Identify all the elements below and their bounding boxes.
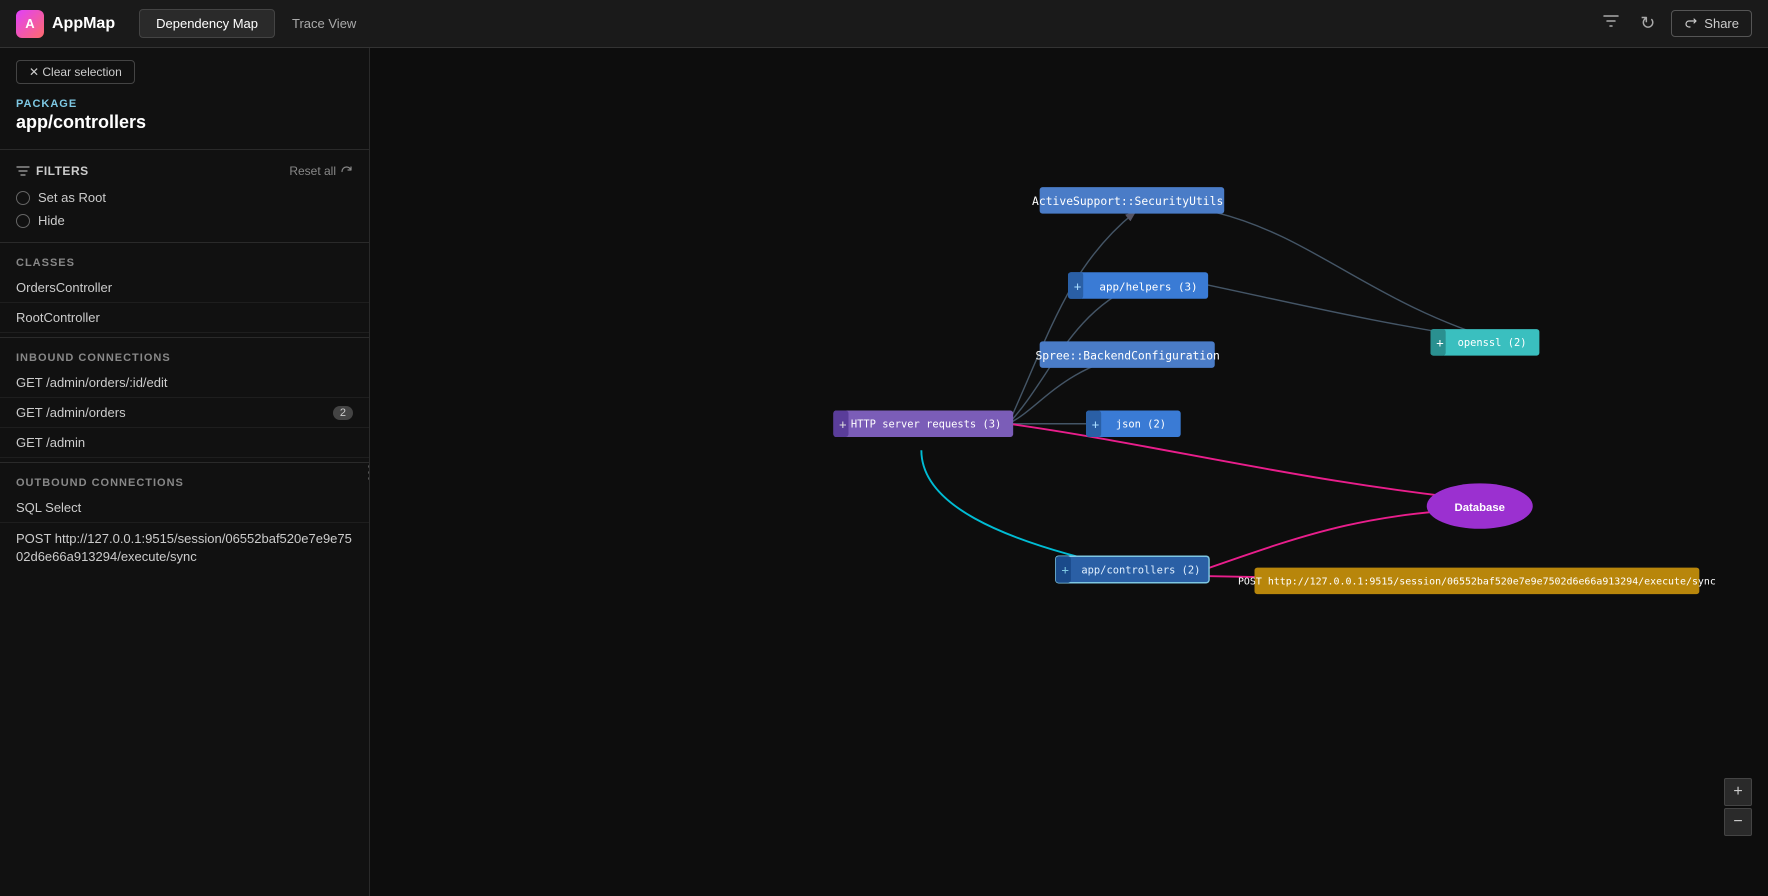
package-label: PACKAGE: [16, 98, 353, 110]
appmap-logo-icon: A: [16, 10, 44, 38]
outbound-item-0[interactable]: SQL Select: [0, 493, 369, 523]
inbound-item-2[interactable]: GET /admin: [0, 428, 369, 458]
set-as-root-option[interactable]: Set as Root: [16, 186, 353, 209]
dependency-graph: ActiveSupport::SecurityUtils + app/helpe…: [370, 48, 1768, 896]
app-name: AppMap: [52, 15, 115, 33]
clear-selection-button[interactable]: ✕ Clear selection: [16, 60, 135, 84]
tab-trace-view[interactable]: Trace View: [275, 9, 373, 38]
classes-section-title: CLASSES: [0, 247, 369, 273]
inbound-section-title: INBOUND CONNECTIONS: [0, 342, 369, 368]
plus-icon-http: +: [839, 417, 846, 431]
node-app-helpers-label: app/helpers (3): [1099, 280, 1197, 293]
zoom-out-button[interactable]: −: [1724, 808, 1752, 836]
refresh-button[interactable]: ↻: [1636, 9, 1659, 38]
radio-icon: [16, 191, 30, 205]
inbound-badge-1: 2: [333, 406, 353, 420]
node-openssl-label: openssl (2): [1458, 337, 1527, 349]
hide-option[interactable]: Hide: [16, 209, 353, 232]
node-json-label: json (2): [1116, 419, 1166, 431]
main-layout: ✕ Clear selection PACKAGE app/controller…: [0, 48, 1768, 896]
node-spree-label: Spree::BackendConfiguration: [1035, 348, 1219, 362]
filters-header: FILTERS Reset all: [16, 164, 353, 178]
filter-button[interactable]: [1598, 8, 1624, 39]
inbound-item-1[interactable]: GET /admin/orders 2: [0, 398, 369, 428]
node-active-support-label: ActiveSupport::SecurityUtils: [1032, 194, 1223, 208]
tab-bar: Dependency Map Trace View: [139, 9, 373, 38]
node-app-controllers-label: app/controllers (2): [1081, 564, 1200, 576]
inbound-item-0[interactable]: GET /admin/orders/:id/edit: [0, 368, 369, 398]
outbound-item-1[interactable]: POST http://127.0.0.1:9515/session/06552…: [0, 523, 369, 573]
logo-area: A AppMap: [16, 10, 115, 38]
plus-icon-json: +: [1092, 417, 1099, 431]
reset-all-button[interactable]: Reset all: [289, 164, 353, 178]
node-http-label: HTTP server requests (3): [851, 419, 1001, 431]
filters-title: FILTERS: [16, 164, 89, 178]
share-button[interactable]: Share: [1671, 10, 1752, 37]
zoom-in-button[interactable]: +: [1724, 778, 1752, 806]
plus-icon-controllers: +: [1062, 563, 1069, 577]
plus-icon-openssl: +: [1436, 336, 1443, 350]
sidebar-top: ✕ Clear selection PACKAGE app/controller…: [0, 48, 369, 145]
class-item-orders-controller[interactable]: OrdersController: [0, 273, 369, 303]
plus-icon-helpers: +: [1074, 279, 1081, 293]
outbound-section-title: OUTBOUND CONNECTIONS: [0, 467, 369, 493]
filters-section: FILTERS Reset all Set as Root Hide: [0, 154, 369, 238]
class-item-root-controller[interactable]: RootController: [0, 303, 369, 333]
package-name: app/controllers: [16, 112, 353, 133]
node-database-label: Database: [1455, 502, 1505, 514]
topbar-actions: ↻ Share: [1598, 8, 1752, 39]
node-post-url-label: POST http://127.0.0.1:9515/session/06552…: [1238, 577, 1716, 588]
topbar: A AppMap Dependency Map Trace View ↻ Sha…: [0, 0, 1768, 48]
tab-dependency-map[interactable]: Dependency Map: [139, 9, 275, 38]
zoom-controls: + −: [1724, 778, 1752, 836]
sidebar: ✕ Clear selection PACKAGE app/controller…: [0, 48, 370, 896]
graph-area: ActiveSupport::SecurityUtils + app/helpe…: [370, 48, 1768, 896]
radio-icon: [16, 214, 30, 228]
